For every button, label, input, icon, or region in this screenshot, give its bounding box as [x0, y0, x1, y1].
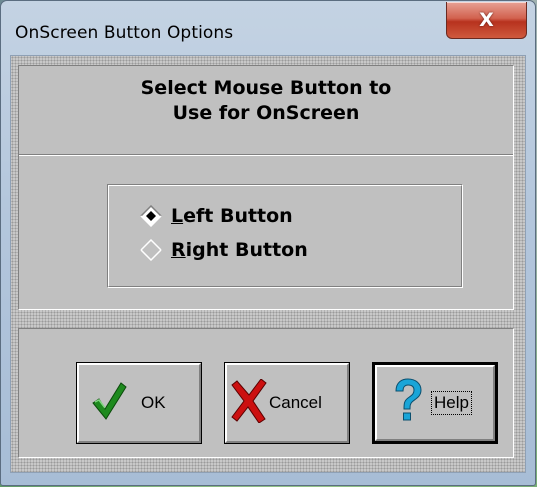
ok-label: OK: [141, 393, 166, 412]
dialog-window: OnScreen Button Options X Select Mouse B…: [0, 0, 536, 486]
heading-line-1: Select Mouse Button to: [140, 77, 392, 99]
dialog-client-area: Select Mouse Button to Use for OnScreen …: [10, 55, 526, 473]
cancel-button[interactable]: Cancel: [224, 362, 350, 444]
radio-right-button[interactable]: Right Button: [140, 237, 308, 263]
radio-diamond-selected-icon: [140, 205, 162, 227]
radio-right-label: Right Button: [171, 239, 308, 261]
close-icon: X: [479, 9, 494, 31]
cancel-label: Cancel: [269, 393, 322, 412]
help-label: Help: [431, 391, 472, 415]
mouse-button-group: Left Button Right Button: [107, 184, 463, 288]
heading-line-2: Use for OnScreen: [172, 102, 360, 124]
button-panel: OK Cancel Help: [18, 328, 514, 458]
ok-button[interactable]: OK: [76, 362, 202, 444]
window-title: OnScreen Button Options: [15, 23, 234, 43]
question-mark-icon: [393, 377, 423, 429]
radio-left-label: Left Button: [171, 205, 293, 227]
title-bar[interactable]: OnScreen Button Options X: [1, 1, 535, 55]
divider: [19, 154, 513, 156]
radio-diamond-icon: [140, 239, 162, 261]
radio-left-button[interactable]: Left Button: [140, 203, 293, 229]
red-x-icon: [231, 377, 267, 428]
help-button[interactable]: Help: [372, 362, 498, 444]
selection-panel: Select Mouse Button to Use for OnScreen …: [18, 65, 514, 310]
close-button[interactable]: X: [446, 2, 527, 39]
checkmark-icon: [91, 381, 127, 426]
panel-heading: Select Mouse Button to Use for OnScreen: [19, 76, 513, 126]
